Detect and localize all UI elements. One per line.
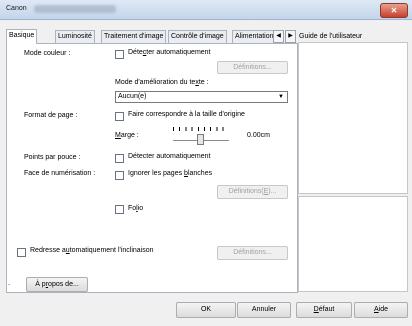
marge-label: Marge : [115, 132, 139, 139]
tab-traitement-image[interactable]: Traitement d'image [101, 30, 167, 43]
match-original-size-label: Faire correspondre à la taille d'origine [128, 111, 245, 118]
text-enhancement-value: Aucun(e) [118, 93, 147, 100]
deskew-definitions-button[interactable]: Définitions... [217, 246, 288, 260]
marge-slider-thumb[interactable] [197, 134, 204, 145]
default-button[interactable]: Défaut [296, 302, 352, 318]
auto-deskew-label: Redresse automatiquement l'inclinaison [30, 247, 154, 254]
color-definitions-button[interactable]: Définitions... [217, 61, 288, 74]
match-original-size-checkbox[interactable] [115, 112, 124, 121]
detect-dpi-checkbox[interactable] [115, 154, 124, 163]
redacted-title-text [34, 5, 116, 13]
ignore-blank-pages-checkbox[interactable] [115, 171, 124, 180]
folio-checkbox[interactable] [115, 205, 124, 214]
cancel-button[interactable]: Annuler [237, 302, 291, 318]
text-enhancement-label: Mode d'amélioration du texte : [115, 79, 209, 86]
mode-couleur-label: Mode couleur : [24, 50, 71, 57]
chevron-down-icon: ▼ [278, 94, 284, 100]
points-par-pouce-label: Points par pouce : [24, 154, 81, 161]
tab-scroll-left-icon[interactable]: ◀ [273, 30, 284, 43]
detect-dpi-label: Détecter automatiquement [128, 153, 211, 160]
tab-basique[interactable]: Basique [6, 29, 38, 44]
auto-deskew-checkbox[interactable] [17, 248, 26, 257]
close-button[interactable]: ✕ [380, 3, 408, 18]
detect-color-checkbox[interactable] [115, 50, 124, 59]
about-button[interactable]: À propos de... [26, 277, 88, 292]
tab-controle-image[interactable]: Contrôle d'image [168, 30, 227, 43]
help-button[interactable]: Aide [354, 302, 408, 318]
face-definitions-button[interactable]: Définitions(E)... [217, 185, 288, 199]
ok-button[interactable]: OK [176, 302, 236, 318]
folio-label: Folio [128, 205, 144, 212]
format-page-label: Format de page : [24, 112, 78, 119]
marge-slider-ticks [173, 127, 229, 131]
text-enhancement-select[interactable]: Aucun(e) ▼ [115, 91, 288, 103]
tab-scroll-right-icon[interactable]: ▶ [285, 30, 296, 43]
tab-alimentation[interactable]: Alimentation [232, 30, 277, 43]
guide-label: Guide de l'utilisateur [299, 33, 363, 40]
face-numerisation-label: Face de numérisation : [24, 170, 96, 177]
guide-preview-top [298, 42, 408, 194]
marge-value: 0.00cm [247, 132, 270, 139]
apropos-dash: - [8, 282, 11, 289]
detect-color-label: Détecter automatiquement [128, 49, 211, 56]
ignore-blank-pages-label: Ignorer les pages blanches [128, 170, 213, 177]
tab-luminosite[interactable]: Luminosité [55, 30, 95, 43]
guide-preview-bottom [298, 196, 408, 292]
window-title: Canon [6, 5, 27, 12]
